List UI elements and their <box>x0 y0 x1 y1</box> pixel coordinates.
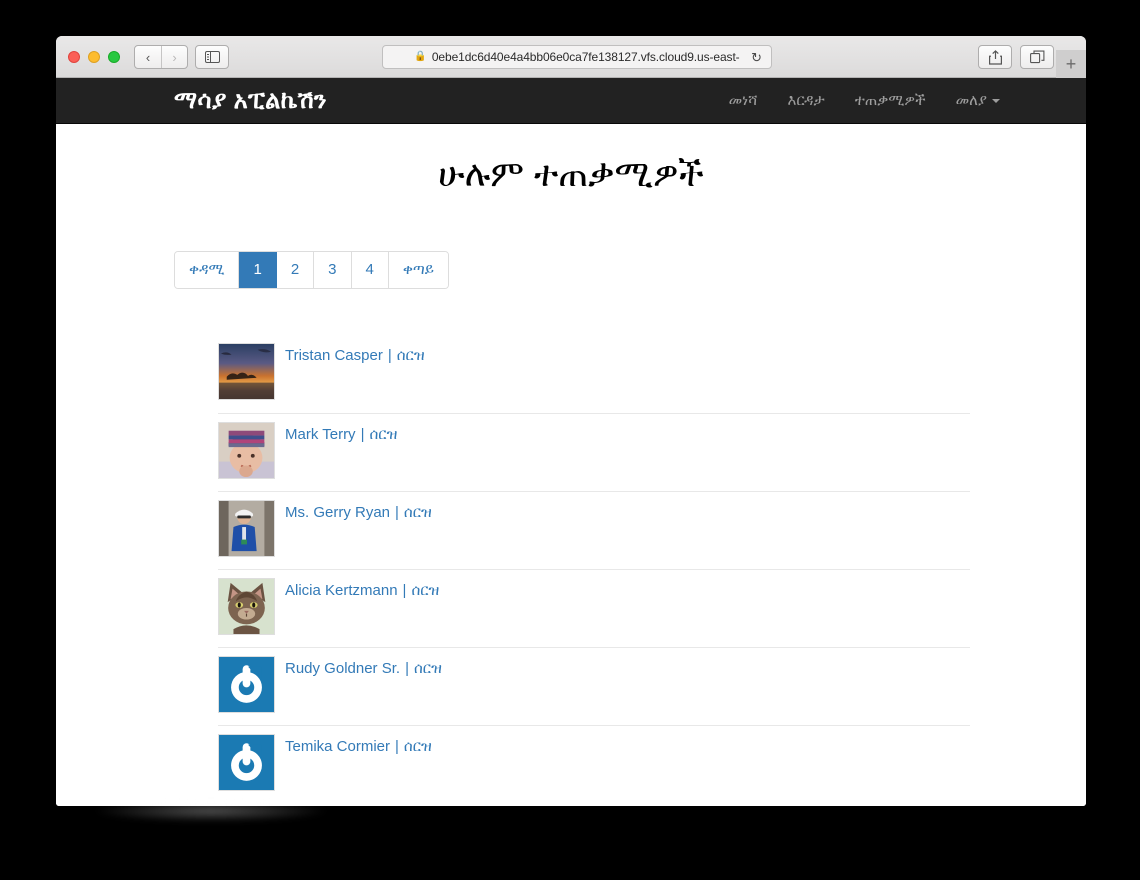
browser-toolbar: ‹ › 🔒 0ebe1dc6d40e4a4bb06e0ca7fe138127.v… <box>56 36 1086 78</box>
pagination-page-2[interactable]: 2 <box>276 252 315 289</box>
list-item: Ms. Gerry Ryan | ሰርዝ <box>218 491 970 569</box>
navbar-brand[interactable]: ማሳያ አፒልኬሽን <box>174 87 327 115</box>
nav-item-users[interactable]: ተጠቃሚዎች <box>855 92 926 109</box>
share-button[interactable] <box>978 45 1012 69</box>
pagination-page-3[interactable]: 3 <box>314 252 352 289</box>
minimize-window-button[interactable] <box>88 51 100 63</box>
pagination-wrapper: ቀዳሚ 1 2 3 4 ቀጣይ <box>56 251 1086 290</box>
user-name-link[interactable]: Temika Cormier <box>285 738 390 755</box>
pagination-page-1[interactable]: 1 <box>239 252 277 289</box>
delete-user-link[interactable]: ሰርዝ <box>414 660 442 677</box>
avatar[interactable] <box>218 500 275 558</box>
chevron-down-icon <box>992 99 1000 104</box>
delete-user-link[interactable]: ሰርዝ <box>404 504 432 521</box>
page-title: ሁሉም ተጠቃሚዎች <box>438 153 704 194</box>
pagination-page-4[interactable]: 4 <box>351 252 389 289</box>
pagination-prev[interactable]: ቀዳሚ <box>175 252 240 289</box>
user-meta: Rudy Goldner Sr. | ሰርዝ <box>285 656 442 678</box>
site-navbar: ማሳያ አፒልኬሽን መነሻ እርዳታ ተጠቃሚዎች መለያ <box>56 78 1086 124</box>
user-name-link[interactable]: Rudy Goldner Sr. <box>285 660 400 677</box>
nav-item-account[interactable]: መለያ <box>956 92 1000 109</box>
list-item: Temika Cormier | ሰርዝ <box>218 725 970 803</box>
user-meta: Ms. Gerry Ryan | ሰርዝ <box>285 500 432 522</box>
maximize-window-button[interactable] <box>108 51 120 63</box>
user-list: Tristan Casper | ሰርዝ Mark Terry | ሰርዝ Ms… <box>56 335 1086 803</box>
nav-item-label: እርዳታ <box>787 92 825 109</box>
separator: | <box>402 582 407 600</box>
lock-icon: 🔒 <box>414 51 427 62</box>
gravatar-default-logo-icon <box>219 657 274 713</box>
delete-user-link[interactable]: ሰርዝ <box>397 347 425 364</box>
avatar[interactable] <box>218 343 275 401</box>
delete-user-link[interactable]: ሰርዝ <box>411 582 439 599</box>
user-name-link[interactable]: Alicia Kertzmann <box>285 582 398 599</box>
browser-window: ‹ › 🔒 0ebe1dc6d40e4a4bb06e0ca7fe138127.v… <box>56 36 1086 806</box>
pagination-next[interactable]: ቀጣይ <box>388 252 448 289</box>
navigation-buttons: ‹ › <box>134 45 188 69</box>
show-all-tabs-icon <box>1029 50 1044 64</box>
list-item: Rudy Goldner Sr. | ሰርዝ <box>218 647 970 725</box>
url-text: 0ebe1dc6d40e4a4bb06e0ca7fe138127.vfs.clo… <box>431 50 740 64</box>
nav-item-label: መነሻ <box>728 92 758 109</box>
delete-user-link[interactable]: ሰርዝ <box>404 738 432 755</box>
main-content: ሁሉም ተጠቃሚዎች ቀዳሚ 1 2 3 4 ቀጣይ Tristan Caspe… <box>56 124 1086 803</box>
back-button[interactable]: ‹ <box>135 46 161 68</box>
avatar[interactable] <box>218 656 275 714</box>
address-bar[interactable]: 🔒 0ebe1dc6d40e4a4bb06e0ca7fe138127.vfs.c… <box>382 45 772 69</box>
user-meta: Temika Cormier | ሰርዝ <box>285 734 432 756</box>
separator: | <box>395 738 399 756</box>
sunset-landscape-photo-icon <box>219 344 274 400</box>
nav-item-home[interactable]: መነሻ <box>729 92 758 109</box>
baby-in-knit-hat-photo-icon <box>219 423 274 479</box>
close-window-button[interactable] <box>68 51 80 63</box>
list-item: Alicia Kertzmann | ሰርዝ <box>218 569 970 647</box>
share-icon <box>988 49 1002 65</box>
show-all-tabs-button[interactable] <box>1020 45 1054 69</box>
avatar[interactable] <box>218 422 275 480</box>
tabby-cat-photo-icon <box>219 579 274 635</box>
new-tab-button[interactable]: + <box>1056 50 1086 78</box>
user-meta: Alicia Kertzmann | ሰርዝ <box>285 578 439 600</box>
avatar[interactable] <box>218 578 275 636</box>
separator: | <box>360 426 365 444</box>
user-name-link[interactable]: Mark Terry <box>285 426 356 443</box>
gravatar-default-logo-icon <box>219 735 274 791</box>
sidebar-toggle-button[interactable] <box>195 45 229 69</box>
separator: | <box>405 660 409 678</box>
window-controls <box>68 51 120 63</box>
delete-user-link[interactable]: ሰርዝ <box>369 426 397 443</box>
list-item: Tristan Casper | ሰርዝ <box>218 335 970 413</box>
pagination: ቀዳሚ 1 2 3 4 ቀጣይ <box>174 251 449 290</box>
avatar[interactable] <box>218 734 275 792</box>
page-viewport: ማሳያ አፒልኬሽን መነሻ እርዳታ ተጠቃሚዎች መለያ ሁሉም ተጠቃሚዎ… <box>56 78 1086 806</box>
sidebar-icon <box>204 51 220 63</box>
reload-button[interactable]: ↻ <box>751 50 762 65</box>
user-meta: Mark Terry | ሰርዝ <box>285 422 397 444</box>
nav-item-label: ተጠቃሚዎች <box>854 92 926 109</box>
forward-button[interactable]: › <box>161 46 187 68</box>
navbar-menu: መነሻ እርዳታ ተጠቃሚዎች መለያ <box>729 92 1000 109</box>
separator: | <box>395 504 399 522</box>
user-name-link[interactable]: Tristan Casper <box>285 347 383 364</box>
man-in-blue-shirt-photo-icon <box>219 501 274 557</box>
separator: | <box>387 347 392 365</box>
list-item: Mark Terry | ሰርዝ <box>218 413 970 491</box>
user-name-link[interactable]: Ms. Gerry Ryan <box>285 504 390 521</box>
nav-item-label: መለያ <box>955 92 987 109</box>
user-meta: Tristan Casper | ሰርዝ <box>285 343 425 365</box>
nav-item-help[interactable]: እርዳታ <box>787 92 824 109</box>
